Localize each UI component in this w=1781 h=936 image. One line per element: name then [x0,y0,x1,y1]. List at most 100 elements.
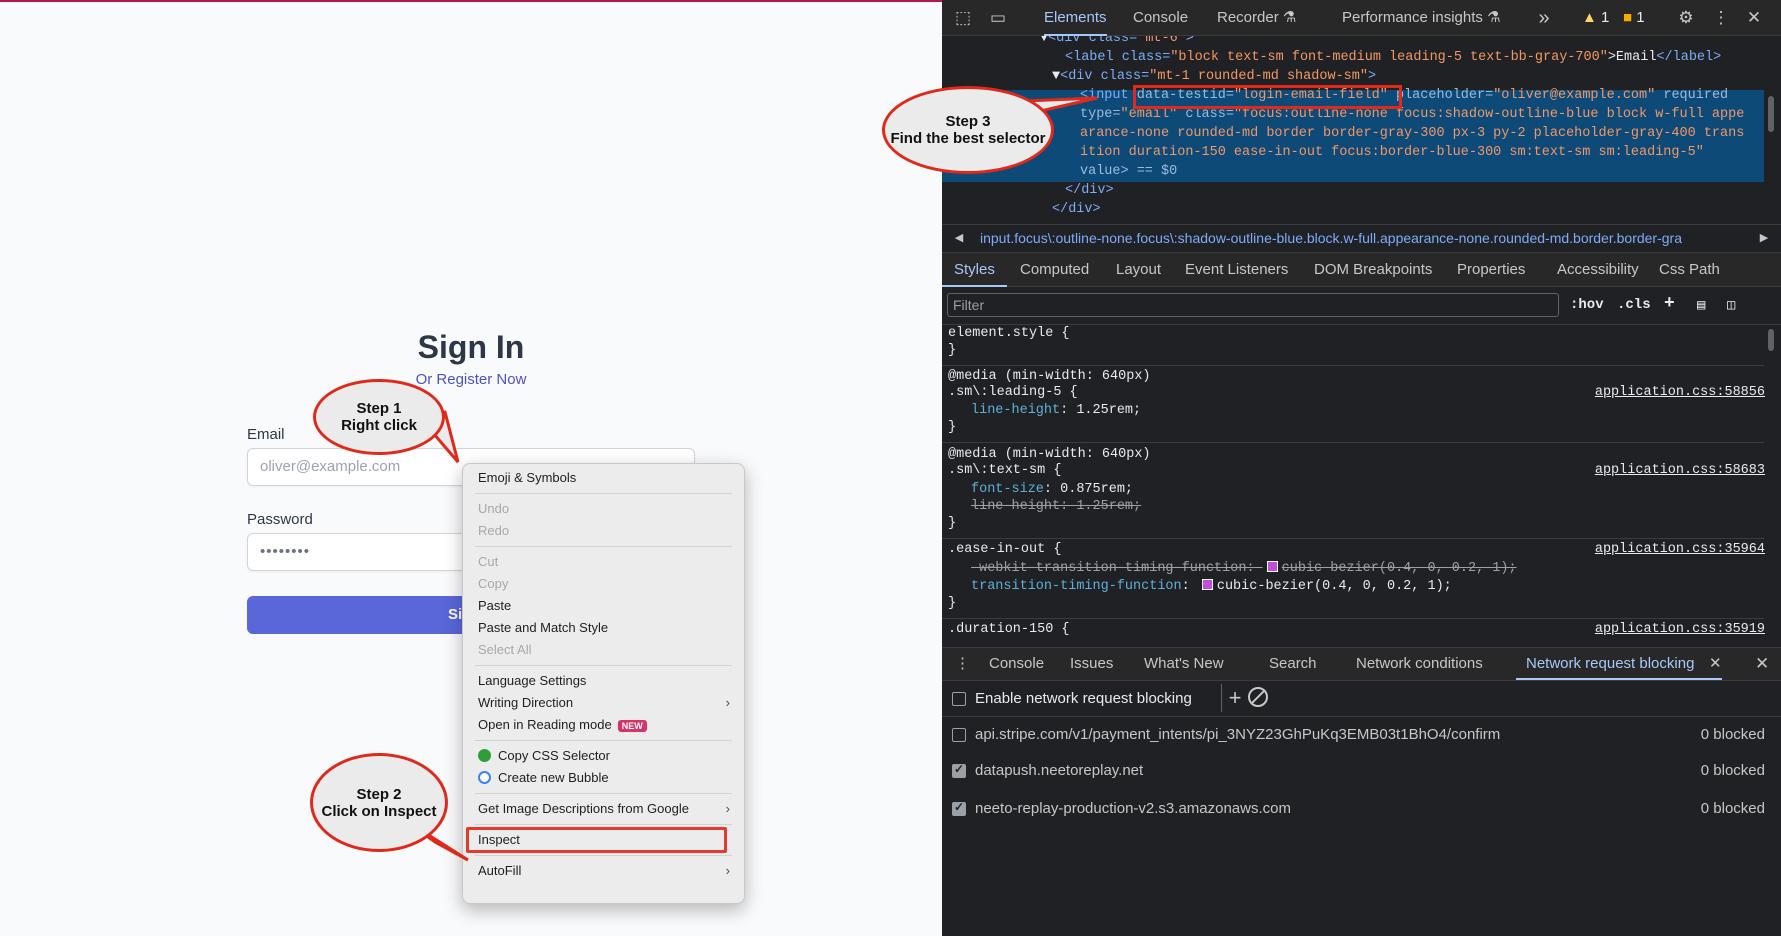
blocking-pattern-row[interactable]: api.stripe.com/v1/payment_intents/pi_3NY… [942,717,1781,753]
close-icon[interactable]: ✕ [1744,8,1764,28]
dom-line-div-mt1[interactable]: ▼<div class="mt-1 rounded-md shadow-sm"> [1052,68,1376,87]
tab-elements[interactable]: Elements [1044,0,1107,36]
kebab-menu-icon[interactable]: ⋮ [1711,8,1731,28]
pattern-url: datapush.neetoreplay.net [975,762,1144,779]
hov-button[interactable]: :hov [1570,297,1604,313]
rule-selector[interactable]: .sm\:text-sm { [948,463,1061,478]
chevron-right-icon: › [725,695,730,710]
dom-line-label[interactable]: <label class="block text-sm font-medium … [1065,49,1721,68]
menu-item-copy-css-selector[interactable]: Copy CSS Selector [463,745,744,767]
paint-brush-icon[interactable]: ▤ [1697,297,1705,314]
chevron-right-icon: › [725,801,730,816]
clear-all-icon[interactable] [1248,687,1268,707]
styles-rules: element.style { } @media (min-width: 640… [942,325,1781,647]
rule-element-style[interactable]: element.style { [948,326,1070,341]
breadcrumb-scroll-left-icon[interactable]: ◀ [950,225,968,252]
menu-item-paste-match-style[interactable]: Paste and Match Style [463,617,744,639]
issues-counter[interactable]: ■ 1 [1623,0,1645,36]
dom-line-div-mt6[interactable]: ▼<div class="mt-6"> [1040,36,1194,49]
context-menu: Emoji & Symbols Undo Redo Cut Copy Paste… [462,463,745,904]
tab-computed[interactable]: Computed [1020,253,1089,287]
blocking-pattern-row[interactable]: datapush.neetoreplay.net 0 blocked [942,753,1781,789]
tab-properties[interactable]: Properties [1457,253,1525,287]
callout-step3-text: Find the best selector [890,130,1046,147]
blocking-pattern-row[interactable]: neeto-replay-production-v2.s3.amazonaws.… [942,791,1781,827]
rule-source-link[interactable]: application.css:58856 [1595,385,1765,400]
dom-scrollbar[interactable] [1768,96,1774,132]
rule-divider [942,365,1764,366]
tab-dom-breakpoints[interactable]: DOM Breakpoints [1314,253,1432,287]
dom-line-close-div[interactable]: </div> [1052,201,1101,220]
more-tabs-icon[interactable]: » [1534,8,1554,28]
rule-source-link[interactable]: application.css:35919 [1595,622,1765,637]
drawer-tab-whats-new[interactable]: What's New [1144,648,1224,680]
flask-icon: ⚗ [1487,9,1501,26]
add-pattern-icon[interactable]: + [1220,685,1250,711]
styles-filter-input[interactable]: Filter [947,293,1559,317]
sidebar-toggle-icon[interactable]: ◫ [1727,297,1735,314]
menu-item-paste[interactable]: Paste [463,595,744,617]
tab-performance-insights[interactable]: Performance insights ⚗ [1342,0,1501,36]
rule-selector[interactable]: .sm\:leading-5 { [948,385,1078,400]
tab-recorder[interactable]: Recorder ⚗ [1217,0,1296,36]
tab-styles[interactable]: Styles [942,253,1007,287]
device-toolbar-icon[interactable]: ▭ [988,8,1008,28]
tab-event-listeners[interactable]: Event Listeners [1185,253,1288,287]
rule-declaration-overridden[interactable]: line-height: 1.25rem; [971,499,1141,514]
drawer-tab-search[interactable]: Search [1269,648,1317,680]
menu-item-image-descriptions[interactable]: Get Image Descriptions from Google › [463,798,744,820]
tab-console[interactable]: Console [1133,0,1188,36]
rule-selector[interactable]: .duration-150 { [948,622,1070,637]
drawer-tab-network-conditions[interactable]: Network conditions [1356,648,1483,680]
dom-line-close-div[interactable]: </div> [1065,182,1114,201]
close-tab-icon[interactable]: ✕ [1709,648,1722,680]
pattern-checkbox[interactable] [952,728,966,742]
callout-step3-title: Step 3 [945,113,991,130]
tab-accessibility[interactable]: Accessibility [1557,253,1639,287]
warnings-counter[interactable]: ▲ 1 [1582,0,1609,36]
bezier-swatch-icon[interactable] [1266,561,1278,572]
pattern-blocked-count: 0 blocked [1700,800,1765,817]
bezier-swatch-icon[interactable] [1201,579,1213,590]
enable-blocking-checkbox[interactable] [952,692,966,706]
menu-item-language-settings[interactable]: Language Settings [463,670,744,692]
cls-button[interactable]: .cls [1617,297,1651,313]
pattern-checkbox[interactable] [952,762,966,778]
callout-step2-title: Step 2 [356,785,402,803]
breadcrumb-item[interactable]: input.focus\:outline-none.focus\:shadow-… [980,225,1754,252]
rule-selector[interactable]: .ease-in-out { [948,542,1061,557]
expand-arrow-icon: ▼ [1052,69,1061,84]
menu-separator [475,546,732,547]
styles-scrollbar[interactable] [1768,329,1774,351]
menu-item-reading-mode[interactable]: Open in Reading mode NEW [463,714,744,736]
rule-declaration-overridden[interactable]: -webkit-transition-timing-function: cubi… [971,561,1517,576]
element-picker-icon[interactable]: ⬚ [953,8,973,28]
devtools-panel: ⬚ ▭ Elements Console Recorder ⚗ Performa… [882,0,1781,936]
register-link[interactable]: Or Register Now [0,371,942,388]
rule-declaration[interactable]: transition-timing-function: cubic-bezier… [971,579,1452,594]
tab-layout[interactable]: Layout [1116,253,1161,287]
menu-separator [475,824,732,825]
drawer-tab-issues[interactable]: Issues [1070,648,1113,680]
pattern-checkbox[interactable] [952,800,966,816]
dom-line-input-value: value> == $0 [1080,164,1178,179]
rule-declaration[interactable]: font-size: 0.875rem; [971,482,1133,497]
menu-item-autofill[interactable]: AutoFill › [463,860,744,882]
breadcrumb: ◀ input.focus\:outline-none.focus\:shado… [942,224,1781,253]
gear-icon[interactable]: ⚙ [1676,8,1696,28]
drawer-tab-console[interactable]: Console [989,648,1044,680]
drawer-tab-network-request-blocking[interactable]: Network request blocking [1515,648,1723,680]
menu-item-create-bubble[interactable]: Create new Bubble [463,767,744,789]
rule-source-link[interactable]: application.css:58683 [1595,463,1765,478]
rule-source-link[interactable]: application.css:35964 [1595,542,1765,557]
menu-item-inspect[interactable]: Inspect [463,827,744,853]
menu-item-writing-direction[interactable]: Writing Direction › [463,692,744,714]
drawer-menu-icon[interactable]: ⋮ [955,648,970,680]
new-rule-icon[interactable]: + [1664,294,1675,314]
rule-declaration[interactable]: line-height: 1.25rem; [971,403,1141,418]
close-drawer-icon[interactable]: ✕ [1755,648,1769,680]
breadcrumb-scroll-right-icon[interactable]: ▶ [1755,225,1773,252]
tab-css-path[interactable]: Css Path [1659,253,1720,287]
rule-media-query: @media (min-width: 640px) [948,369,1151,384]
menu-item-emoji-symbols[interactable]: Emoji & Symbols [463,467,744,489]
